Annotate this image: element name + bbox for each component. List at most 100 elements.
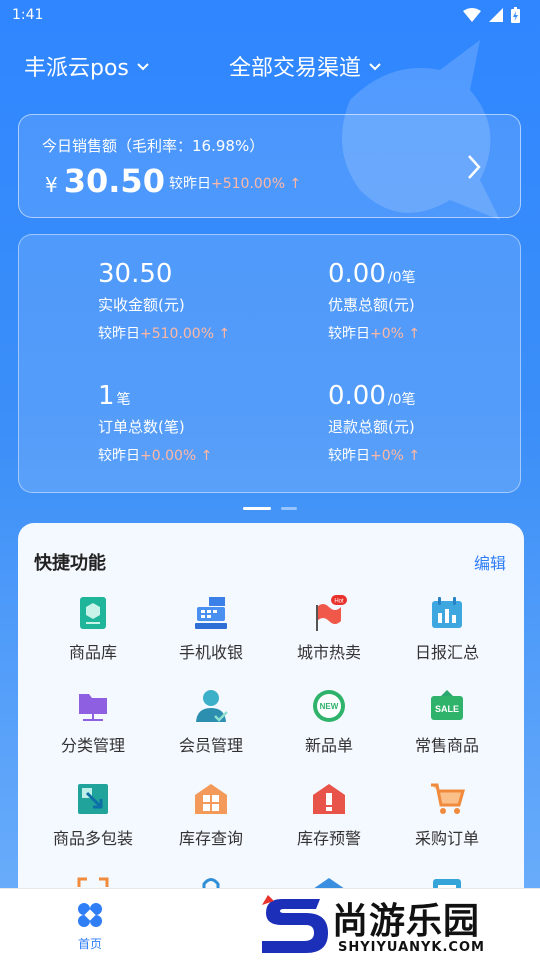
stat-compare: 较昨日+0% ↑ — [328, 445, 420, 465]
currency-symbol: ¥ — [45, 173, 58, 197]
watermark-text: 尚游乐园 — [332, 901, 481, 942]
stat-compare-value: +510.00% — [140, 326, 215, 342]
cash-register-icon — [195, 597, 227, 629]
quick-item-member-management[interactable]: 会员管理 — [151, 688, 271, 756]
up-arrow-icon: ↑ — [408, 326, 421, 342]
quick-item-label: 手机收银 — [178, 643, 243, 662]
stat-compare-label: 较昨日 — [328, 326, 370, 342]
product-library-icon — [80, 597, 106, 629]
stat-label: 实收金额(元) — [98, 296, 185, 314]
stat-compare: 较昨日+510.00% ↑ — [98, 323, 230, 343]
quick-item-top-selling[interactable]: SALE 常售商品 — [387, 688, 507, 756]
quick-item-stock-alert[interactable]: 库存预警 — [269, 781, 389, 849]
sales-compare: 较昨日+510.00% ↑ — [169, 173, 301, 193]
edit-button[interactable]: 编辑 — [474, 550, 506, 574]
stat-label: 订单总数(笔) — [98, 418, 185, 436]
quick-item-label: 商品多包装 — [52, 829, 133, 848]
header: 丰派云pos 全部交易渠道 — [0, 45, 540, 87]
quick-item-stock-query[interactable]: 库存查询 — [151, 781, 271, 849]
quick-item-label: 库存预警 — [296, 829, 361, 848]
quick-item-multi-pack[interactable]: 商品多包装 — [33, 781, 153, 849]
sales-amount-value: 30.50 — [63, 162, 165, 200]
stat-value: 0.00 — [328, 381, 386, 411]
quick-item-new-products[interactable]: NEW 新品单 — [269, 688, 389, 756]
stats-card: 30.50 实收金额(元) 较昨日+510.00% ↑ 0.00/0笔 优惠总额… — [18, 234, 521, 493]
hot-flag-icon: Hot — [316, 595, 347, 631]
stat-label: 优惠总额(元) — [328, 296, 415, 314]
quick-item-label: 新品单 — [304, 736, 353, 755]
stat-compare-label: 较昨日 — [98, 448, 140, 464]
today-sales-card[interactable]: 今日销售额（毛利率：16.98%） ¥ 30.50 较昨日+510.00% ↑ — [18, 114, 521, 218]
page-dot-active[interactable] — [243, 507, 271, 510]
multi-pack-icon — [78, 784, 108, 814]
quick-item-label: 会员管理 — [178, 736, 243, 755]
stock-query-icon — [195, 784, 227, 814]
chevron-right-icon — [468, 155, 481, 179]
chevron-down-icon — [137, 63, 149, 71]
stat-unit: 笔 — [116, 392, 131, 408]
stat-compare: 较昨日+0% ↑ — [328, 323, 420, 343]
quick-item-purchase-order[interactable]: 采购订单 — [387, 781, 507, 849]
stat-label: 退款总额(元) — [328, 418, 415, 436]
quick-functions-title: 快捷功能 — [34, 553, 106, 574]
up-arrow-icon: ↑ — [289, 176, 302, 192]
quick-item-mobile-cashier[interactable]: 手机收银 — [151, 595, 271, 663]
sale-badge: SALE — [435, 704, 459, 714]
shopping-cart-icon — [431, 783, 465, 814]
daily-report-icon — [432, 597, 462, 628]
category-folder-icon — [79, 694, 107, 721]
sales-compare-value: +510.00% — [211, 176, 286, 192]
new-badge-icon: NEW — [313, 690, 345, 722]
stat-discount-total: 0.00/0笔 优惠总额(元) 较昨日+0% ↑ — [328, 259, 420, 343]
sales-amount: ¥ 30.50 — [45, 162, 165, 200]
stat-compare-label: 较昨日 — [98, 326, 140, 342]
quick-item-label: 商品库 — [68, 643, 117, 662]
watermark-url: SHYIYUANYK.COM — [338, 940, 485, 955]
chevron-down-icon — [369, 63, 381, 71]
sales-title: 今日销售额（毛利率：16.98%） — [42, 137, 265, 155]
hot-badge: Hot — [334, 599, 344, 605]
store-name: 丰派云pos — [24, 56, 129, 81]
stat-compare-value: +0.00% — [140, 448, 197, 464]
page-indicator — [243, 507, 297, 510]
wifi-icon — [463, 8, 481, 22]
stat-compare: 较昨日+0.00% ↑ — [98, 445, 212, 465]
battery-icon — [511, 7, 520, 23]
status-bar: 1:41 — [0, 0, 540, 30]
quick-item-label: 常售商品 — [414, 736, 479, 755]
sale-tag-icon: SALE — [431, 690, 463, 720]
stat-value: 30.50 — [98, 259, 173, 289]
quick-item-city-hot[interactable]: Hot 城市热卖 — [269, 595, 389, 663]
stat-unit: /0笔 — [387, 270, 416, 286]
quick-item-daily-report[interactable]: 日报汇总 — [387, 595, 507, 663]
watermark-logo-icon — [262, 895, 328, 953]
tab-home[interactable]: 首页 — [60, 901, 120, 952]
sales-compare-label: 较昨日 — [169, 176, 211, 192]
stock-alert-icon — [313, 784, 345, 814]
store-selector[interactable]: 丰派云pos — [24, 50, 151, 82]
stat-received-amount: 30.50 实收金额(元) 较昨日+510.00% ↑ — [98, 259, 230, 343]
stat-unit: /0笔 — [387, 392, 416, 408]
home-icon — [78, 903, 102, 927]
stat-compare-label: 较昨日 — [328, 448, 370, 464]
quick-item-label: 库存查询 — [178, 829, 243, 848]
status-icons — [463, 7, 520, 23]
channel-name: 全部交易渠道 — [229, 56, 362, 81]
stat-compare-value: +0% — [370, 448, 404, 464]
quick-item-label: 采购订单 — [414, 829, 479, 848]
up-arrow-icon: ↑ — [218, 326, 231, 342]
new-badge: NEW — [320, 702, 339, 711]
quick-item-category-management[interactable]: 分类管理 — [33, 688, 153, 756]
status-time: 1:41 — [12, 7, 44, 23]
signal-icon — [489, 8, 503, 22]
tab-home-label: 首页 — [77, 937, 102, 951]
watermark: 尚游乐园 SHYIYUANYK.COM — [258, 890, 540, 960]
up-arrow-icon: ↑ — [200, 448, 213, 464]
quick-item-label: 分类管理 — [60, 736, 125, 755]
quick-item-label: 城市热卖 — [296, 643, 361, 662]
quick-item-product-library[interactable]: 商品库 — [33, 595, 153, 663]
stat-value: 0.00 — [328, 259, 386, 289]
channel-selector[interactable]: 全部交易渠道 — [229, 50, 383, 82]
page-dot[interactable] — [281, 507, 297, 510]
quick-functions-panel: 快捷功能 编辑 商品库 手机收银 Hot 城市热卖 日报汇总 分类管理 会员管理… — [18, 523, 524, 909]
